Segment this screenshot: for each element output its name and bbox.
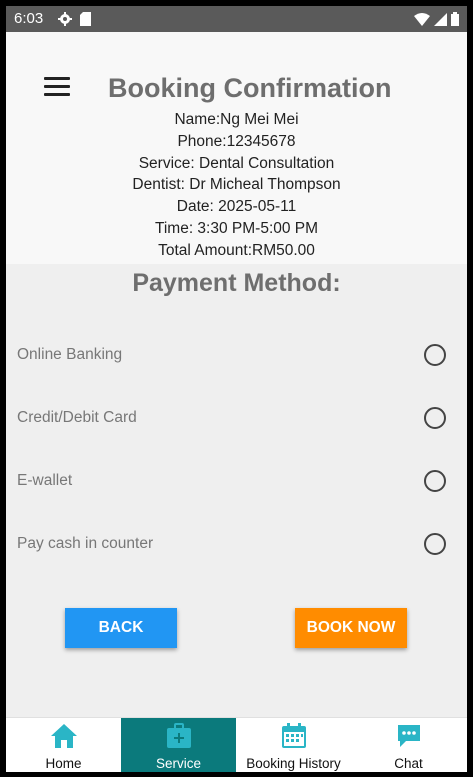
chat-icon — [397, 725, 420, 747]
booking-summary-header: Booking Confirmation Name:Ng Mei Mei Pho… — [6, 32, 467, 264]
payment-option-label: E-wallet — [17, 472, 73, 489]
wifi-icon — [414, 12, 430, 26]
detail-time: Time: 3:30 PM-5:00 PM — [154, 219, 319, 237]
detail-total-amount: Total Amount:RM50.00 — [158, 241, 315, 259]
back-button[interactable]: BACK — [65, 608, 177, 648]
gear-icon — [58, 12, 72, 26]
page-title: Booking Confirmation — [108, 73, 392, 103]
status-icons-left — [58, 12, 91, 26]
detail-dentist: Dentist: Dr Micheal Thompson — [132, 176, 341, 194]
menu-icon[interactable] — [44, 77, 70, 99]
radio-button[interactable] — [424, 533, 446, 555]
medical-kit-icon — [166, 723, 191, 748]
payment-option-label: Pay cash in counter — [17, 535, 154, 552]
detail-phone: Phone:12345678 — [177, 132, 296, 150]
nav-item-chat[interactable]: Chat — [351, 718, 466, 772]
detail-name: Name:Ng Mei Mei — [174, 111, 299, 128]
nav-item-service[interactable]: Service — [121, 718, 236, 772]
home-icon — [50, 724, 77, 748]
book-now-button[interactable]: BOOK NOW — [295, 608, 407, 648]
payment-option-pay-cash[interactable]: Pay cash in counter — [6, 525, 467, 565]
detail-date: Date: 2025-05-11 — [176, 198, 297, 216]
status-time: 6:03 — [14, 10, 44, 27]
status-bar: 6:03 — [6, 6, 467, 32]
signal-icon — [434, 12, 447, 26]
payment-option-online-banking[interactable]: Online Banking — [6, 336, 467, 376]
payment-option-label: Credit/Debit Card — [17, 409, 137, 426]
payment-option-credit-debit-card[interactable]: Credit/Debit Card — [6, 399, 467, 439]
nav-label: Booking History — [246, 756, 341, 771]
nav-item-home[interactable]: Home — [6, 718, 121, 772]
sd-card-icon — [80, 12, 91, 26]
booking-details: Name:Ng Mei Mei Phone:12345678 Service: … — [6, 109, 467, 262]
payment-method-title: Payment Method: — [132, 269, 341, 297]
radio-button[interactable] — [424, 470, 446, 492]
detail-service: Service: Dental Consultation — [138, 154, 335, 172]
status-icons-right — [414, 12, 459, 26]
bottom-navigation: Home Service Booking History Chat — [6, 717, 467, 772]
app-screen: 6:03 Booking Confirmation Name:Ng Mei Me… — [6, 6, 467, 772]
payment-option-e-wallet[interactable]: E-wallet — [6, 462, 467, 502]
nav-label: Chat — [394, 756, 423, 771]
radio-button[interactable] — [424, 344, 446, 366]
payment-option-label: Online Banking — [17, 346, 123, 363]
radio-button[interactable] — [424, 407, 446, 429]
nav-item-booking-history[interactable]: Booking History — [236, 718, 351, 772]
nav-label: Home — [45, 756, 82, 771]
battery-icon — [451, 12, 459, 26]
calendar-icon — [281, 723, 306, 748]
nav-label: Service — [155, 756, 201, 771]
